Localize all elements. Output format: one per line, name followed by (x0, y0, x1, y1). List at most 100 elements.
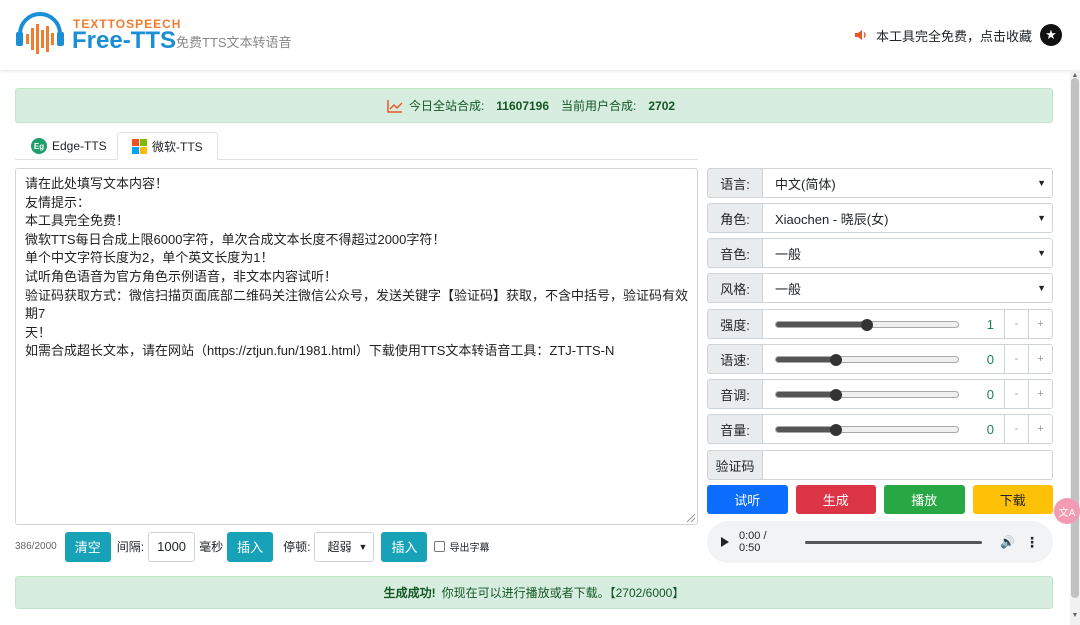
favorite-notice[interactable]: 本工具完全免费，点击收藏 ★ (854, 24, 1062, 46)
logo-description: 免费TTS文本转语音 (176, 35, 292, 50)
captcha-input[interactable] (763, 450, 1053, 480)
interval-input[interactable]: 1000 (148, 531, 196, 562)
speed-label: 语速: (707, 344, 763, 374)
pitch-row: 音调: 0 - + (707, 379, 1053, 409)
tab-label: 微软-TTS (152, 139, 203, 154)
insert-interval-button[interactable]: 插入 (227, 531, 274, 562)
interval-label: 间隔: (116, 540, 145, 554)
resize-handle-icon[interactable] (687, 514, 697, 524)
today-total-label: 今日全站合成: (408, 99, 485, 113)
speed-decrease-button[interactable]: - (1005, 344, 1029, 374)
sound-wave-logo-icon (16, 12, 64, 54)
action-buttons: 试听 生成 播放 下载 (707, 485, 1053, 514)
more-options-icon[interactable]: ⋮ (1025, 534, 1039, 551)
translate-icon[interactable]: 文A (1054, 498, 1080, 524)
speaker-icon (854, 30, 866, 40)
volume-label: 音量: (707, 414, 763, 444)
timbre-select[interactable]: 一般 ▼ (763, 238, 1053, 268)
insert-pause-button[interactable]: 插入 (381, 531, 428, 562)
chevron-down-icon: ▼ (1037, 178, 1046, 188)
captcha-row: 验证码 (707, 450, 1053, 480)
strength-slider[interactable]: 1 (763, 309, 1005, 339)
user-total-label: 当前用户合成: (561, 99, 637, 113)
strength-value: 1 (986, 316, 994, 332)
speed-increase-button[interactable]: + (1029, 344, 1053, 374)
pitch-decrease-button[interactable]: - (1005, 379, 1029, 409)
style-value: 一般 (775, 281, 802, 297)
export-subtitle-checkbox[interactable] (434, 541, 446, 552)
generate-button[interactable]: 生成 (795, 485, 876, 514)
slider-thumb[interactable] (829, 389, 842, 401)
text-input-area[interactable]: 请在此处填写文本内容！ 友情提示： 本工具完全免费！ 微软TTS每日合成上限60… (15, 168, 698, 525)
play-button[interactable]: 播放 (884, 485, 965, 514)
strength-decrease-button[interactable]: - (1005, 309, 1029, 339)
style-label: 风格: (707, 273, 763, 303)
pitch-value: 0 (986, 386, 994, 402)
strength-row: 强度: 1 - + (707, 309, 1053, 339)
scroll-up-arrow-icon[interactable]: ▲ (1071, 72, 1079, 79)
logo-title: Free-TTS (72, 27, 177, 54)
pause-select[interactable]: 超弱 ▼ (314, 531, 375, 562)
pitch-slider[interactable]: 0 (763, 379, 1005, 409)
player-time: 0:00 / 0:50 (739, 530, 767, 554)
language-value: 中文(简体) (775, 176, 836, 192)
volume-icon[interactable]: 🔊 (1000, 535, 1015, 549)
role-label: 角色: (707, 203, 763, 233)
audio-progress-bar[interactable] (804, 540, 983, 544)
language-row: 语言: 中文(简体) ▼ (707, 168, 1053, 198)
timbre-value: 一般 (775, 246, 802, 262)
engine-tabs: Eg Edge-TTS 微软-TTS (15, 132, 698, 160)
favorite-notice-text: 本工具完全免费，点击收藏 (875, 28, 1032, 44)
volume-increase-button[interactable]: + (1029, 414, 1053, 444)
chevron-down-icon: ▼ (1037, 213, 1046, 223)
volume-slider[interactable]: 0 (763, 414, 1005, 444)
speed-row: 语速: 0 - + (707, 344, 1053, 374)
pitch-label: 音调: (707, 379, 763, 409)
edge-icon: Eg (31, 138, 47, 154)
trend-chart-icon (387, 99, 403, 113)
star-icon[interactable]: ★ (1040, 24, 1062, 46)
chevron-down-icon: ▼ (1037, 283, 1046, 293)
slider-thumb[interactable] (829, 424, 842, 436)
export-subtitle-label: 导出字幕 (449, 543, 490, 554)
success-title: 生成成功! (383, 586, 436, 600)
header: TEXTTOSPEECH Free-TTS 免费TTS文本转语音 本工具完全免费… (0, 0, 1080, 70)
user-total-value: 2702 (648, 98, 676, 113)
editor-toolbar: 386/2000 清空 间隔: 1000 毫秒 插入 停顿: 超弱 ▼ 插入 导… (15, 531, 489, 562)
clear-button[interactable]: 清空 (64, 531, 111, 562)
volume-decrease-button[interactable]: - (1005, 414, 1029, 444)
language-select[interactable]: 中文(简体) ▼ (763, 168, 1053, 198)
style-select[interactable]: 一般 ▼ (763, 273, 1053, 303)
download-button[interactable]: 下载 (972, 485, 1053, 514)
scroll-down-arrow-icon[interactable]: ▼ (1071, 612, 1079, 619)
role-select[interactable]: Xiaochen - 晓辰(女) ▼ (763, 203, 1053, 233)
tab-edge-tts[interactable]: Eg Edge-TTS (17, 132, 121, 160)
pause-value: 超弱 (327, 540, 352, 554)
speed-value: 0 (986, 351, 994, 367)
char-count: 386/2000 (15, 541, 57, 552)
preview-button[interactable]: 试听 (707, 485, 788, 514)
role-row: 角色: Xiaochen - 晓辰(女) ▼ (707, 203, 1053, 233)
success-message: 你现在可以进行播放或者下载。【2702/6000】 (441, 586, 685, 600)
pitch-increase-button[interactable]: + (1029, 379, 1053, 409)
ms-label: 毫秒 (199, 540, 224, 554)
chevron-down-icon: ▼ (1037, 248, 1046, 258)
timbre-row: 音色: 一般 ▼ (707, 238, 1053, 268)
volume-row: 音量: 0 - + (707, 414, 1053, 444)
stats-banner: 今日全站合成: 11607196 当前用户合成: 2702 (15, 88, 1053, 123)
strength-increase-button[interactable]: + (1029, 309, 1053, 339)
play-icon[interactable] (721, 537, 729, 547)
volume-value: 0 (986, 421, 994, 437)
strength-label: 强度: (707, 309, 763, 339)
style-row: 风格: 一般 ▼ (707, 273, 1053, 303)
captcha-label: 验证码 (707, 450, 763, 480)
slider-thumb[interactable] (861, 319, 873, 331)
today-total-value: 11607196 (496, 98, 550, 113)
microsoft-icon (132, 138, 147, 154)
success-alert: 生成成功! 你现在可以进行播放或者下载。【2702/6000】 (15, 576, 1053, 609)
chevron-down-icon: ▼ (358, 541, 368, 552)
slider-thumb[interactable] (829, 354, 842, 366)
tab-microsoft-tts[interactable]: 微软-TTS (117, 132, 218, 160)
audio-player: 0:00 / 0:50 🔊 ⋮ (707, 521, 1053, 563)
speed-slider[interactable]: 0 (763, 344, 1005, 374)
